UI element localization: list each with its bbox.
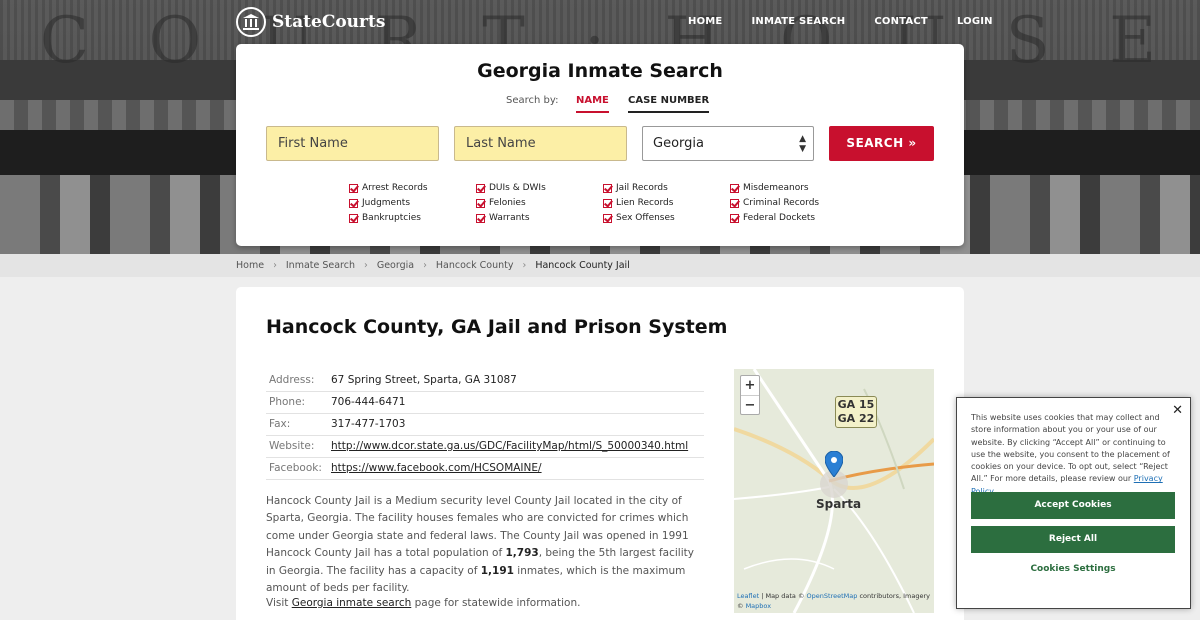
table-row: Address: 67 Spring Street, Sparta, GA 310…	[266, 369, 704, 391]
address-value: 67 Spring Street, Sparta, GA 31087	[331, 373, 517, 386]
record-type-item: Jail Records	[603, 182, 730, 194]
record-type-item: Felonies	[476, 197, 603, 209]
record-type-item: Federal Dockets	[730, 212, 857, 224]
georgia-inmate-search-link[interactable]: Georgia inmate search	[292, 597, 412, 609]
record-type-item: DUIs & DWIs	[476, 182, 603, 194]
nav-login[interactable]: LOGIN	[957, 16, 993, 27]
reject-all-button[interactable]: Reject All	[971, 526, 1175, 553]
search-by-label: Search by:	[506, 95, 559, 106]
checkbox-icon	[730, 213, 739, 223]
breadcrumb-georgia[interactable]: Georgia	[377, 260, 414, 271]
brand-name: StateCourts	[272, 12, 386, 32]
chevron-right-icon: ›	[522, 260, 527, 271]
map-zoom-controls: + −	[740, 375, 760, 415]
population-value: 1,793	[505, 547, 539, 560]
tab-name[interactable]: NAME	[576, 95, 609, 113]
nav-contact[interactable]: CONTACT	[874, 16, 928, 27]
facility-card: Hancock County, GA Jail and Prison Syste…	[236, 287, 964, 620]
table-row: Facebook: https://www.facebook.com/HCSOMA…	[266, 457, 704, 479]
checkbox-icon	[349, 213, 358, 223]
search-title: Georgia Inmate Search	[477, 60, 723, 82]
state-select-value: Georgia	[653, 136, 704, 151]
search-card: Georgia Inmate Search Search by: NAME CA…	[236, 44, 964, 246]
facility-title: Hancock County, GA Jail and Prison Syste…	[266, 316, 728, 338]
highway-shield: GA 15 GA 22	[835, 396, 877, 428]
chevron-right-icon: ›	[273, 260, 277, 271]
checkbox-icon	[476, 198, 485, 208]
record-type-item: Sex Offenses	[603, 212, 730, 224]
search-button[interactable]: SEARCH »	[829, 126, 934, 161]
facility-info-table: Address: 67 Spring Street, Sparta, GA 310…	[266, 369, 704, 480]
checkbox-icon	[730, 198, 739, 208]
breadcrumb: Home › Inmate Search › Georgia › Hancock Co…	[0, 254, 1200, 277]
tab-case-number[interactable]: CASE NUMBER	[628, 95, 710, 113]
table-row: Phone: 706-444-6471	[266, 391, 704, 413]
map-attribution: Leaflet | Map data © OpenStreetMap contr…	[737, 592, 930, 610]
accept-cookies-button[interactable]: Accept Cookies	[971, 492, 1175, 519]
site-logo[interactable]: StateCourts	[236, 7, 385, 37]
capacity-value: 1,191	[480, 564, 514, 577]
record-type-item: Warrants	[476, 212, 603, 224]
website-link[interactable]: http://www.dcor.state.ga.us/GDC/Facility…	[331, 440, 688, 452]
record-type-item: Criminal Records	[730, 197, 857, 209]
last-name-input[interactable]: Last Name	[454, 126, 627, 161]
record-type-item: Arrest Records	[349, 182, 476, 194]
phone-value: 706-444-6471	[331, 396, 406, 408]
map-pin-icon[interactable]	[825, 451, 843, 477]
table-row: Fax: 317-477-1703	[266, 413, 704, 435]
map-town-label: Sparta	[816, 497, 862, 511]
nav-home[interactable]: HOME	[688, 16, 722, 27]
table-row: Website: http://www.dcor.state.ga.us/GDC/…	[266, 435, 704, 457]
checkbox-icon	[603, 198, 612, 208]
select-arrows-icon: ▲ ▼	[799, 134, 806, 154]
breadcrumb-home[interactable]: Home	[236, 260, 264, 271]
facility-description: Hancock County Jail is a Medium security…	[266, 495, 694, 595]
record-type-item: Judgments	[349, 197, 476, 209]
record-type-item: Misdemeanors	[730, 182, 857, 194]
checkbox-icon	[349, 183, 358, 193]
cookies-settings-link[interactable]: Cookies Settings	[971, 564, 1175, 574]
zoom-in-button[interactable]: +	[741, 376, 759, 395]
record-types: Arrest Records DUIs & DWIs Jail Records …	[349, 182, 857, 224]
first-name-input[interactable]: First Name	[266, 126, 439, 161]
cookie-banner: ✕ This website uses cookies that may col…	[956, 397, 1191, 609]
checkbox-icon	[730, 183, 739, 193]
nav-inmate-search[interactable]: INMATE SEARCH	[751, 16, 845, 27]
chevron-right-icon: ›	[364, 260, 368, 271]
breadcrumb-current: Hancock County Jail	[535, 260, 630, 271]
checkbox-icon	[603, 213, 612, 223]
checkbox-icon	[476, 183, 485, 193]
breadcrumb-inmate-search[interactable]: Inmate Search	[286, 260, 355, 271]
checkbox-icon	[476, 213, 485, 223]
cookie-text: This website uses cookies that may colle…	[971, 412, 1177, 498]
facebook-link[interactable]: https://www.facebook.com/HCSOMAINE/	[331, 462, 542, 474]
main-nav: HOME INMATE SEARCH CONTACT LOGIN	[688, 16, 993, 27]
fax-value: 317-477-1703	[331, 418, 406, 430]
zoom-out-button[interactable]: −	[741, 395, 759, 414]
courthouse-icon	[236, 7, 266, 37]
checkbox-icon	[603, 183, 612, 193]
state-select[interactable]: Georgia ▲ ▼	[642, 126, 814, 161]
location-map[interactable]: + − GA 15 GA 22 Sparta Leaflet | Map data…	[734, 369, 934, 613]
breadcrumb-hancock-county[interactable]: Hancock County	[436, 260, 514, 271]
record-type-item: Lien Records	[603, 197, 730, 209]
record-type-item: Bankruptcies	[349, 212, 476, 224]
checkbox-icon	[349, 198, 358, 208]
chevron-right-icon: ›	[423, 260, 427, 271]
visit-note: Visit Georgia inmate search page for sta…	[266, 597, 581, 609]
